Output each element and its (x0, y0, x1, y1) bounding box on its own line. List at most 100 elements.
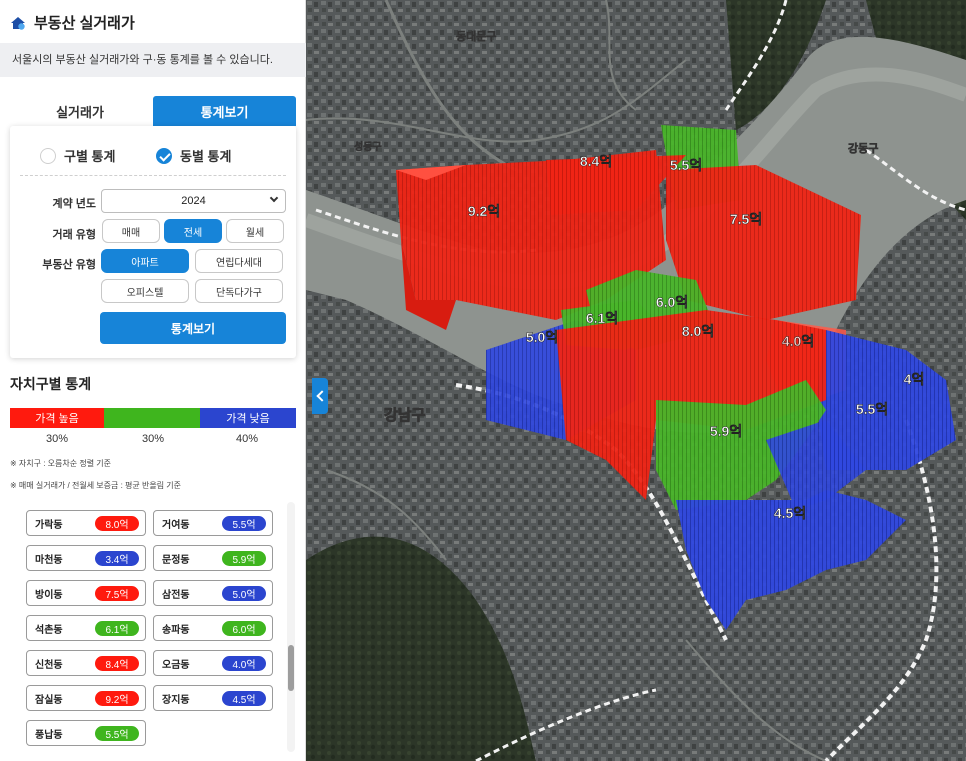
estate-type-detached[interactable]: 단독다가구 (195, 279, 283, 303)
tab-transactions[interactable]: 실거래가 (10, 96, 150, 126)
dong-item[interactable]: 석촌동 6.1억 (26, 615, 146, 641)
year-select[interactable]: 2024 (101, 189, 286, 213)
chevron-down-icon (269, 193, 279, 203)
radio-gu-stats[interactable]: 구별 통계 (40, 146, 115, 165)
map-label-seokchon: 6.1억 (586, 310, 618, 326)
map-label-geoyeo: 5.5억 (856, 401, 888, 417)
dong-name: 가락동 (35, 519, 63, 531)
dong-item[interactable]: 풍납동 5.5억 (26, 720, 146, 746)
panel-collapse-button[interactable] (312, 378, 328, 414)
divider (20, 175, 286, 176)
dong-price-badge: 4.0억 (222, 655, 266, 671)
map-canvas: 동대문구 성동구 강동구 강남구 8.4억 5.5억 9.2억 7.5억 6.0… (306, 0, 966, 761)
dong-name: 거여동 (162, 519, 190, 531)
pct-mid: 30% (141, 433, 165, 445)
check-circle-icon (156, 147, 172, 164)
dong-price-badge: 6.0억 (222, 620, 266, 636)
map-view[interactable]: 동대문구 성동구 강동구 강남구 8.4억 5.5억 9.2억 7.5억 6.0… (306, 0, 966, 761)
trade-type-jeonse[interactable]: 전세 (164, 219, 222, 243)
dong-item[interactable]: 가락동 8.0억 (26, 510, 146, 536)
map-label-sincheon: 8.4억 (580, 153, 612, 169)
dong-item[interactable]: 거여동 5.5억 (153, 510, 273, 536)
dong-price-badge: 8.4억 (95, 655, 139, 671)
estate-type-apartment[interactable]: 아파트 (101, 249, 189, 273)
view-stats-button[interactable]: 통계보기 (100, 312, 286, 344)
price-legend: 가격 높음 가격 낮음 (10, 408, 296, 428)
dong-price-badge: 6.1억 (95, 620, 139, 636)
dong-item[interactable]: 잠실동 9.2억 (26, 685, 146, 711)
panel-header: 부동산 실거래가 (10, 12, 135, 33)
district-label-dongdaemun: 동대문구 (456, 29, 496, 43)
district-label-gangdong: 강동구 (848, 141, 878, 155)
tab-statistics[interactable]: 통계보기 (153, 96, 296, 126)
dong-price-badge: 4.5억 (222, 690, 266, 706)
dong-price-badge: 3.4억 (95, 550, 139, 566)
estate-type-rowhouse[interactable]: 연립다세대 (195, 249, 283, 273)
pct-low: 40% (235, 433, 259, 445)
dong-price-badge: 7.5억 (95, 585, 139, 601)
page-title: 부동산 실거래가 (34, 15, 135, 32)
dong-name: 문정동 (162, 554, 190, 566)
map-label-bangi: 7.5억 (730, 211, 762, 227)
map-label-ogeum: 4.0억 (782, 333, 814, 349)
dong-price-badge: 5.5억 (95, 725, 139, 741)
dong-item[interactable]: 장지동 4.5억 (153, 685, 273, 711)
dong-name: 풍납동 (35, 729, 63, 741)
stats-title: 자치구별 통계 (10, 376, 92, 392)
side-panel: 부동산 실거래가 서울시의 부동산 실거래가와 구·동 통계를 볼 수 있습니다… (0, 0, 306, 761)
scrollbar-track[interactable] (287, 502, 295, 752)
trade-type-sale[interactable]: 매매 (102, 219, 160, 243)
estate-type-label: 부동산 유형 (42, 259, 96, 271)
dong-name: 마천동 (35, 554, 63, 566)
dong-name: 석촌동 (35, 624, 63, 636)
dong-item[interactable]: 마천동 3.4억 (26, 545, 146, 571)
scrollbar-thumb[interactable] (288, 645, 294, 691)
district-label-gangnam: 강남구 (384, 406, 426, 424)
estate-type-officetel[interactable]: 오피스텔 (101, 279, 189, 303)
page-subtitle: 서울시의 부동산 실거래가와 구·동 통계를 볼 수 있습니다. (0, 43, 306, 77)
dong-name: 신천동 (35, 659, 63, 671)
dong-name: 방이동 (35, 589, 63, 601)
trade-type-label: 거래 유형 (52, 229, 96, 241)
district-label-seongdong: 성동구 (354, 140, 382, 153)
dong-item[interactable]: 신천동 8.4억 (26, 650, 146, 676)
map-label-samjeon: 5.0억 (526, 329, 558, 345)
filter-card: 구별 통계 동별 통계 계약 년도 2024 거래 유형 매매 전세 월세 부동… (10, 126, 296, 358)
trade-type-monthly[interactable]: 월세 (226, 219, 284, 243)
map-label-jamsil: 9.2억 (468, 203, 500, 219)
dong-item[interactable]: 방이동 7.5억 (26, 580, 146, 606)
dong-price-badge: 9.2억 (95, 690, 139, 706)
dong-name: 잠실동 (35, 694, 63, 706)
dong-item[interactable]: 송파동 6.0억 (153, 615, 273, 641)
dong-price-badge: 5.5억 (222, 515, 266, 531)
radio-unchecked-icon (40, 147, 56, 164)
map-label-macheon: 4억 (904, 371, 925, 387)
radio-gu-label: 구별 통계 (64, 149, 116, 164)
dong-price-badge: 5.0억 (222, 585, 266, 601)
year-label: 계약 년도 (52, 198, 96, 210)
dong-name: 삼전동 (162, 589, 190, 601)
dong-item[interactable]: 삼전동 5.0억 (153, 580, 273, 606)
dong-item[interactable]: 오금동 4.0억 (153, 650, 273, 676)
dong-name: 오금동 (162, 659, 190, 671)
dong-item[interactable]: 문정동 5.9억 (153, 545, 273, 571)
map-label-pungnap: 5.5억 (670, 157, 702, 173)
map-label-jangji: 4.5억 (774, 505, 806, 521)
dong-name: 송파동 (162, 624, 190, 636)
map-label-munjeong: 5.9억 (710, 423, 742, 439)
radio-dong-stats[interactable]: 동별 통계 (156, 146, 231, 165)
home-icon (11, 16, 25, 30)
dong-price-badge: 5.9억 (222, 550, 266, 566)
dong-price-badge: 8.0억 (95, 515, 139, 531)
dong-name: 장지동 (162, 694, 190, 706)
legend-low: 가격 낮음 (200, 408, 296, 428)
radio-dong-label: 동별 통계 (180, 149, 232, 164)
map-label-songpa: 6.0억 (656, 294, 688, 310)
dong-list[interactable]: 가락동 8.0억 거여동 5.5억 마천동 3.4억 문정동 5.9억 방이동 7.5억 삼전동 5.… (10, 500, 296, 753)
note-sort: ※ 자치구 : 오름차순 정렬 기준 (10, 459, 111, 468)
map-label-garak: 8.0억 (682, 323, 714, 339)
year-select-value: 2024 (181, 195, 206, 207)
legend-mid (104, 408, 200, 428)
note-average: ※ 매매 실거래가 / 전월세 보증금 : 평균 반올림 기준 (10, 481, 181, 490)
pct-high: 30% (45, 433, 69, 445)
